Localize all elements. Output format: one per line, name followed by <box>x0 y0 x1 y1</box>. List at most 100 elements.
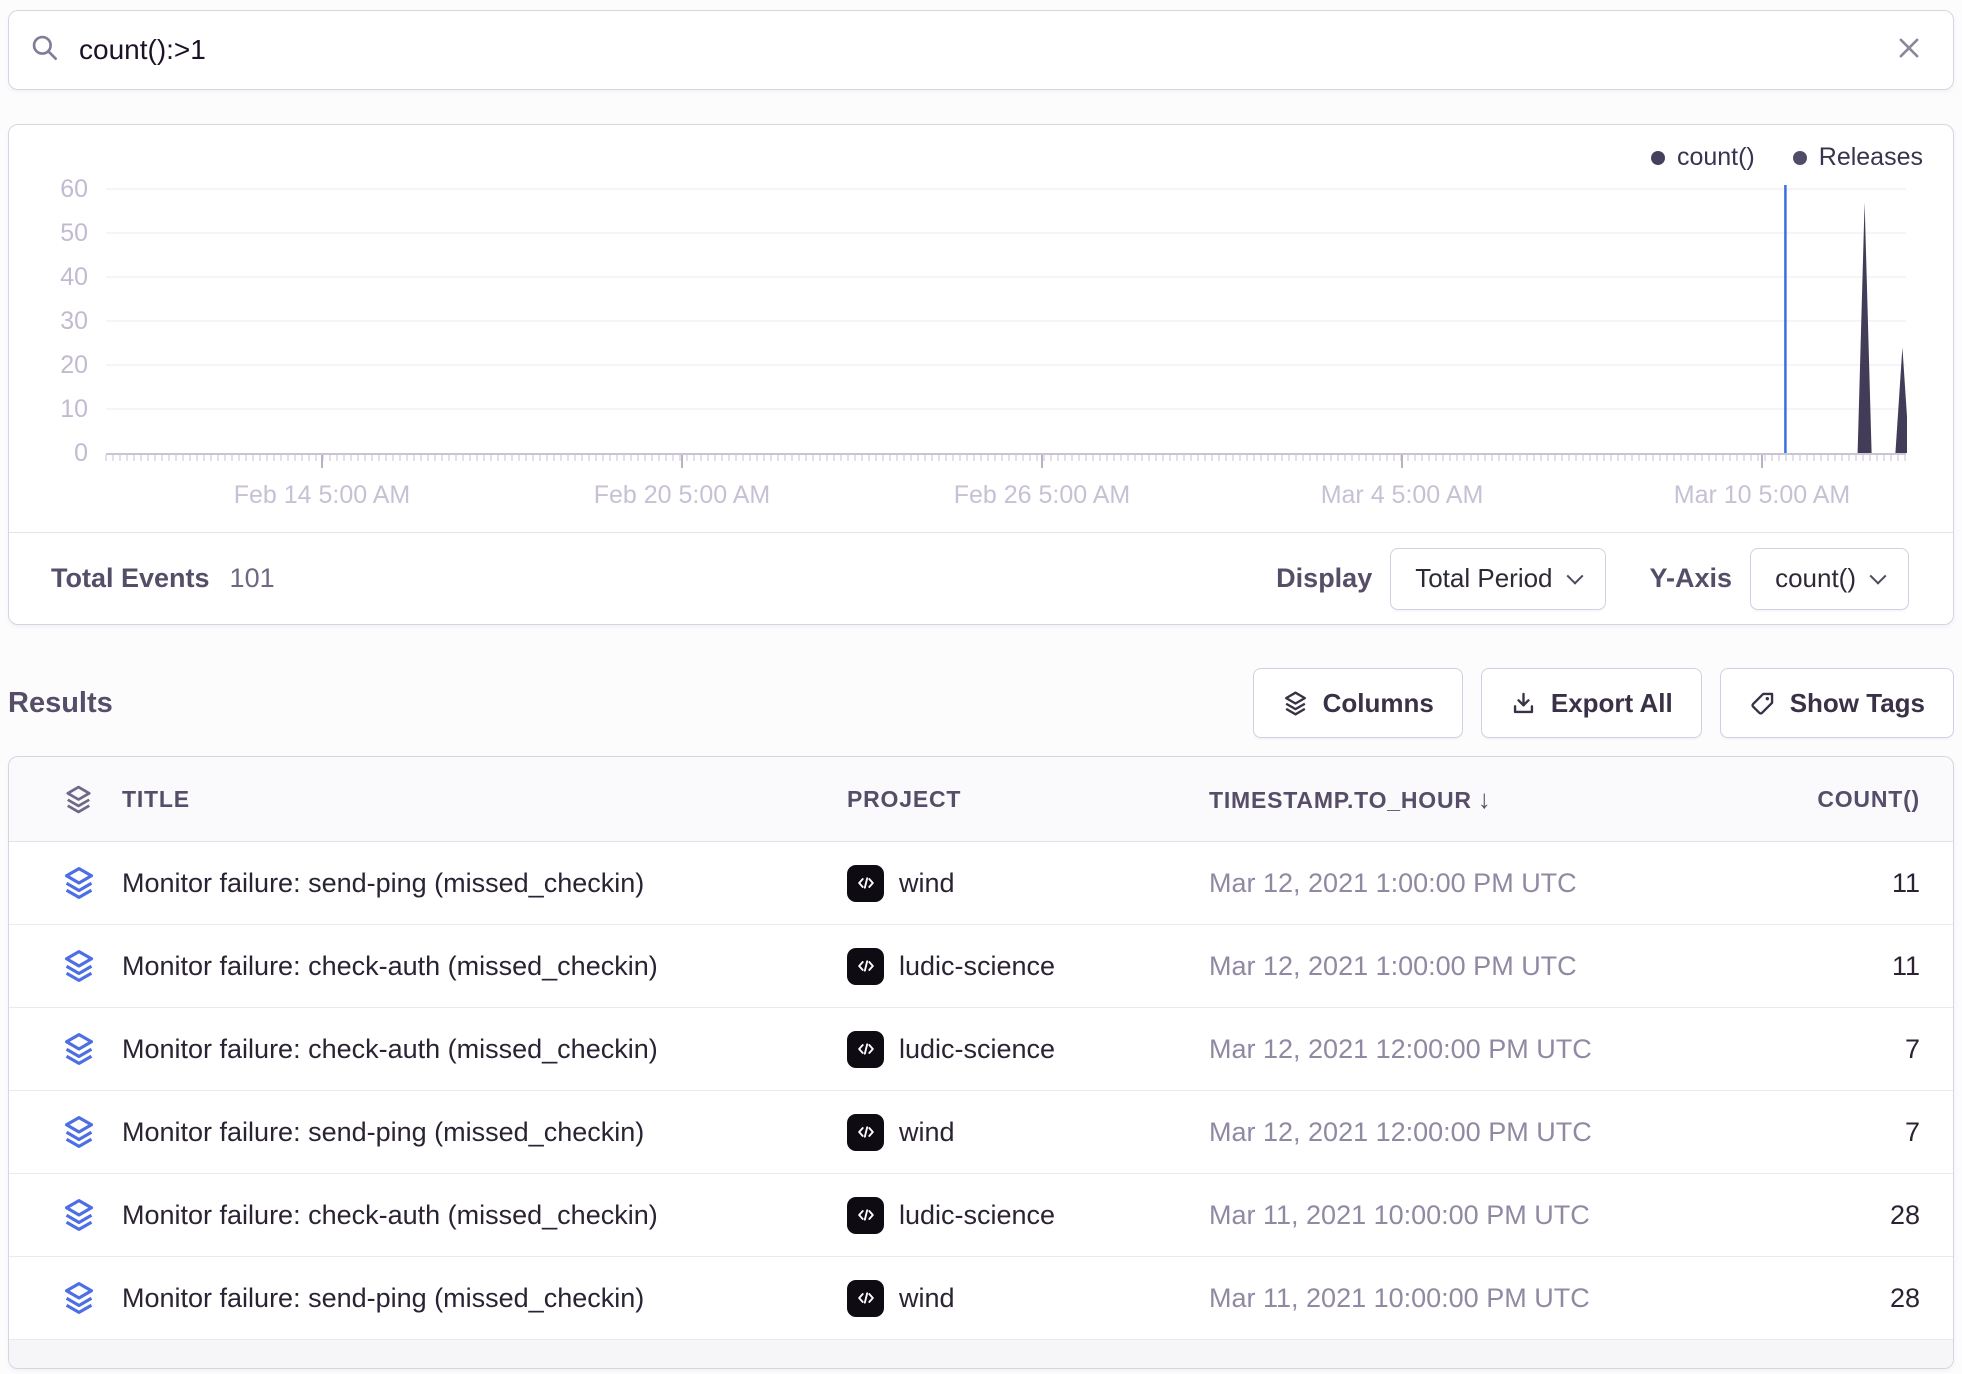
search-input[interactable]: count():>1 <box>8 10 1954 90</box>
svg-text:50: 50 <box>60 219 88 247</box>
row-count: 7 <box>1689 1034 1920 1065</box>
row-project[interactable]: ludic-science <box>847 1197 1209 1234</box>
chevron-down-icon <box>1566 567 1583 584</box>
legend-item-count[interactable]: count() <box>1651 143 1755 172</box>
display-dropdown-value: Total Period <box>1415 563 1552 594</box>
issue-layers-icon <box>35 948 122 984</box>
download-icon <box>1510 690 1537 717</box>
results-table: TITLE PROJECT TIMESTAMP.TO_HOUR↓ COUNT()… <box>8 756 1954 1369</box>
svg-text:Mar 10 5:00 AM: Mar 10 5:00 AM <box>1674 481 1850 509</box>
svg-text:Mar 4 5:00 AM: Mar 4 5:00 AM <box>1321 481 1484 509</box>
project-platform-icon <box>847 1114 884 1151</box>
show-tags-button-label: Show Tags <box>1790 688 1925 719</box>
layers-icon <box>63 784 94 815</box>
results-header: Results Columns Export All Show Tags <box>8 664 1954 742</box>
layers-icon <box>1282 690 1309 717</box>
svg-text:Feb 26 5:00 AM: Feb 26 5:00 AM <box>954 481 1131 509</box>
project-platform-icon <box>847 1197 884 1234</box>
project-platform-icon <box>847 1280 884 1317</box>
results-actions: Columns Export All Show Tags <box>1253 668 1954 738</box>
count-legend-dot <box>1651 151 1665 165</box>
row-count: 11 <box>1689 868 1920 899</box>
table-row[interactable]: Monitor failure: check-auth (missed_chec… <box>9 1008 1953 1091</box>
row-count: 28 <box>1689 1200 1920 1231</box>
project-platform-icon <box>847 948 884 985</box>
table-row[interactable]: Monitor failure: check-auth (missed_chec… <box>9 1174 1953 1257</box>
table-row[interactable]: Monitor failure: check-auth (missed_chec… <box>9 925 1953 1008</box>
project-name: ludic-science <box>899 951 1055 982</box>
row-title[interactable]: Monitor failure: check-auth (missed_chec… <box>122 1200 847 1231</box>
row-title[interactable]: Monitor failure: send-ping (missed_check… <box>122 1283 847 1314</box>
row-timestamp: Mar 12, 2021 12:00:00 PM UTC <box>1209 1034 1689 1065</box>
icon-column-header <box>35 784 122 815</box>
legend-item-releases[interactable]: Releases <box>1793 143 1923 172</box>
close-icon[interactable] <box>1895 34 1923 67</box>
events-chart-card: count() Releases 0 10 20 30 40 50 60 Feb 14 5:0… <box>8 124 1954 625</box>
row-title[interactable]: Monitor failure: send-ping (missed_check… <box>122 1117 847 1148</box>
row-count: 7 <box>1689 1117 1920 1148</box>
row-project[interactable]: wind <box>847 865 1209 902</box>
total-events-label: Total Events <box>51 563 210 594</box>
table-header: TITLE PROJECT TIMESTAMP.TO_HOUR↓ COUNT() <box>9 757 1953 842</box>
export-all-button[interactable]: Export All <box>1481 668 1702 738</box>
column-header-project[interactable]: PROJECT <box>847 786 1209 813</box>
project-name: wind <box>899 1117 955 1148</box>
project-name: wind <box>899 1283 955 1314</box>
svg-text:60: 60 <box>60 175 88 203</box>
yaxis-dropdown[interactable]: count() <box>1750 548 1909 610</box>
chart-footer: Total Events 101 Display Total Period Y-… <box>9 532 1953 624</box>
chart-controls: Display Total Period Y-Axis count() <box>1276 548 1909 610</box>
row-title[interactable]: Monitor failure: send-ping (missed_check… <box>122 868 847 899</box>
sort-descending-icon: ↓ <box>1478 784 1492 814</box>
svg-text:30: 30 <box>60 307 88 335</box>
chevron-down-icon <box>1870 567 1887 584</box>
row-project[interactable]: wind <box>847 1280 1209 1317</box>
display-label: Display <box>1276 563 1372 594</box>
svg-text:Feb 14 5:00 AM: Feb 14 5:00 AM <box>234 481 411 509</box>
yaxis-dropdown-value: count() <box>1775 563 1856 594</box>
row-project[interactable]: ludic-science <box>847 948 1209 985</box>
chart-legend: count() Releases <box>1651 143 1923 172</box>
svg-text:20: 20 <box>60 351 88 379</box>
row-timestamp: Mar 12, 2021 12:00:00 PM UTC <box>1209 1117 1689 1148</box>
row-timestamp: Mar 11, 2021 10:00:00 PM UTC <box>1209 1283 1689 1314</box>
table-row[interactable]: Monitor failure: send-ping (missed_check… <box>9 1091 1953 1174</box>
project-name: wind <box>899 868 955 899</box>
display-dropdown[interactable]: Total Period <box>1390 548 1605 610</box>
project-platform-icon <box>847 865 884 902</box>
columns-button[interactable]: Columns <box>1253 668 1463 738</box>
row-count: 28 <box>1689 1283 1920 1314</box>
svg-text:Feb 20 5:00 AM: Feb 20 5:00 AM <box>594 481 771 509</box>
issue-layers-icon <box>35 1114 122 1150</box>
svg-text:40: 40 <box>60 263 88 291</box>
project-name: ludic-science <box>899 1034 1055 1065</box>
row-title[interactable]: Monitor failure: check-auth (missed_chec… <box>122 1034 847 1065</box>
table-body: Monitor failure: send-ping (missed_check… <box>9 842 1953 1340</box>
search-icon <box>29 32 61 69</box>
total-events-value: 101 <box>230 563 275 594</box>
row-project[interactable]: ludic-science <box>847 1031 1209 1068</box>
results-title: Results <box>8 687 113 720</box>
svg-text:0: 0 <box>74 439 88 467</box>
table-footer <box>9 1340 1953 1369</box>
columns-button-label: Columns <box>1323 688 1434 719</box>
svg-text:10: 10 <box>60 395 88 423</box>
releases-legend-dot <box>1793 151 1807 165</box>
table-row[interactable]: Monitor failure: send-ping (missed_check… <box>9 1257 1953 1340</box>
search-query[interactable]: count():>1 <box>79 34 206 66</box>
issue-layers-icon <box>35 1031 122 1067</box>
project-name: ludic-science <box>899 1200 1055 1231</box>
row-title[interactable]: Monitor failure: check-auth (missed_chec… <box>122 951 847 982</box>
table-row[interactable]: Monitor failure: send-ping (missed_check… <box>9 842 1953 925</box>
legend-count-label: count() <box>1677 143 1755 172</box>
row-project[interactable]: wind <box>847 1114 1209 1151</box>
issue-layers-icon <box>35 1197 122 1233</box>
issue-layers-icon <box>35 1280 122 1316</box>
show-tags-button[interactable]: Show Tags <box>1720 668 1954 738</box>
row-timestamp: Mar 12, 2021 1:00:00 PM UTC <box>1209 868 1689 899</box>
column-header-count[interactable]: COUNT() <box>1689 786 1920 813</box>
column-header-timestamp[interactable]: TIMESTAMP.TO_HOUR↓ <box>1209 784 1689 815</box>
column-header-title[interactable]: TITLE <box>122 786 847 813</box>
project-platform-icon <box>847 1031 884 1068</box>
tag-icon <box>1749 690 1776 717</box>
